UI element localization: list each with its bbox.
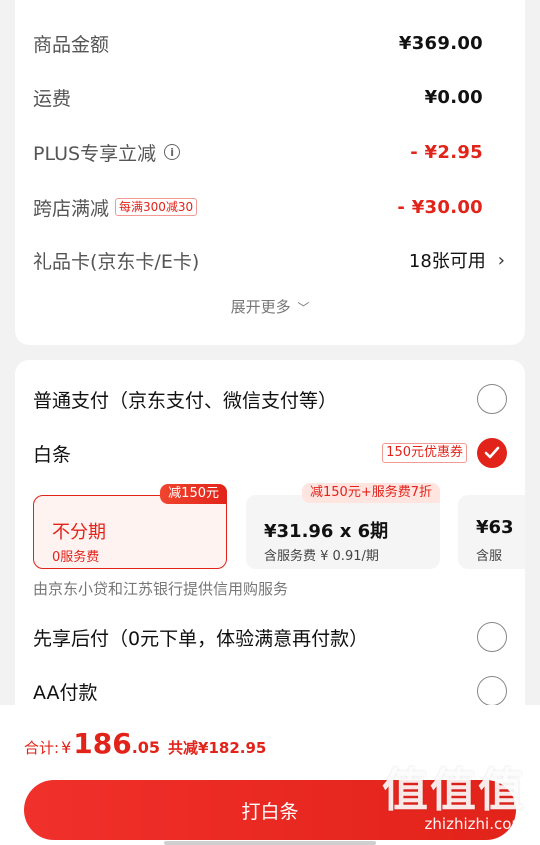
- total-currency: ¥: [61, 738, 72, 757]
- price-summary-card: 商品金额 ¥369.00 运费 ¥0.00 PLUS专享立减 i - ¥2.95…: [15, 0, 525, 345]
- cross-store-value: - ¥30.00: [397, 196, 483, 218]
- expand-more-button[interactable]: 展开更多 ﹀: [15, 296, 525, 317]
- chevron-right-icon: ›: [497, 249, 505, 271]
- plus-discount-label: PLUS专享立减: [33, 142, 157, 165]
- normal-pay-option[interactable]: 普通支付（京东支付、微信支付等）: [33, 382, 507, 416]
- baitiao-coupon-tag: 150元优惠券: [382, 443, 467, 463]
- total-decimal: .05: [131, 738, 161, 757]
- pay-later-option[interactable]: 先享后付（0元下单，体验满意再付款）: [33, 620, 507, 654]
- gift-card-row[interactable]: 礼品卡(京东卡/E卡) 18张可用 ›: [33, 245, 505, 275]
- gift-card-label: 礼品卡(京东卡/E卡): [33, 250, 200, 273]
- gift-card-value: 18张可用: [408, 251, 486, 272]
- plus-discount-row: PLUS专享立减 i - ¥2.95: [33, 137, 483, 167]
- normal-pay-radio[interactable]: [477, 384, 507, 414]
- info-icon[interactable]: i: [164, 144, 181, 160]
- aa-pay-label: AA付款: [33, 681, 98, 704]
- total-saved: 共减¥182.95: [168, 739, 267, 757]
- cross-store-row: 跨店满减 每满300减30 - ¥30.00: [33, 192, 483, 222]
- order-total: 合计: ¥ 186 .05 共减¥182.95: [24, 727, 266, 760]
- plan-more-installments[interactable]: ¥63 含服: [458, 495, 525, 569]
- pay-baitiao-button[interactable]: 打白条: [24, 780, 516, 840]
- aa-pay-option[interactable]: AA付款: [33, 674, 507, 708]
- checkmark-icon: [484, 446, 500, 459]
- cross-store-tag: 每满300减30: [115, 198, 198, 216]
- plan-title: ¥31.96 x 6期: [264, 521, 389, 542]
- plan-sub: 含服务费 ¥ 0.91/期: [264, 549, 379, 564]
- goods-amount-row: 商品金额 ¥369.00: [33, 28, 483, 58]
- plan-title: ¥63: [476, 517, 514, 538]
- checkout-bar: 合计: ¥ 186 .05 共减¥182.95 打白条 值值值 zhizhizh…: [0, 705, 540, 845]
- shipping-value: ¥0.00: [424, 86, 483, 108]
- plan-badge: 减150元+服务费7折: [302, 483, 440, 503]
- goods-amount-label: 商品金额: [33, 33, 110, 56]
- plan-title: 不分期: [52, 522, 106, 543]
- plan-sub: 0服务费: [52, 550, 100, 565]
- plan-no-installment[interactable]: 减150元 不分期 0服务费: [33, 484, 227, 569]
- total-label: 合计:: [24, 739, 60, 757]
- credit-note: 由京东小贷和江苏银行提供信用购服务: [33, 580, 289, 598]
- baitiao-option[interactable]: 白条 150元优惠券: [33, 436, 507, 470]
- pay-later-radio[interactable]: [477, 622, 507, 652]
- shipping-row: 运费 ¥0.00: [33, 82, 483, 112]
- plan-sub: 含服: [476, 549, 503, 564]
- total-integer: 186: [73, 727, 132, 760]
- aa-pay-radio[interactable]: [477, 676, 507, 706]
- expand-more-label: 展开更多: [230, 298, 291, 316]
- home-indicator: [164, 841, 376, 845]
- payment-card: 普通支付（京东支付、微信支付等） 白条 150元优惠券 减150元 不分期 0服…: [15, 360, 525, 760]
- pay-later-label: 先享后付（0元下单，体验满意再付款）: [33, 627, 369, 650]
- plan-badge: 减150元: [160, 484, 227, 504]
- baitiao-radio-checked[interactable]: [477, 438, 507, 468]
- plus-discount-value: - ¥2.95: [410, 141, 483, 163]
- goods-amount-value: ¥369.00: [398, 32, 483, 54]
- chevron-down-icon: ﹀: [297, 301, 310, 315]
- plan-6-installments[interactable]: 减150元+服务费7折 ¥31.96 x 6期 含服务费 ¥ 0.91/期: [246, 483, 440, 569]
- baitiao-label: 白条: [33, 443, 72, 466]
- shipping-label: 运费: [33, 87, 72, 110]
- cross-store-label: 跨店满减: [33, 197, 110, 220]
- normal-pay-label: 普通支付（京东支付、微信支付等）: [33, 389, 338, 412]
